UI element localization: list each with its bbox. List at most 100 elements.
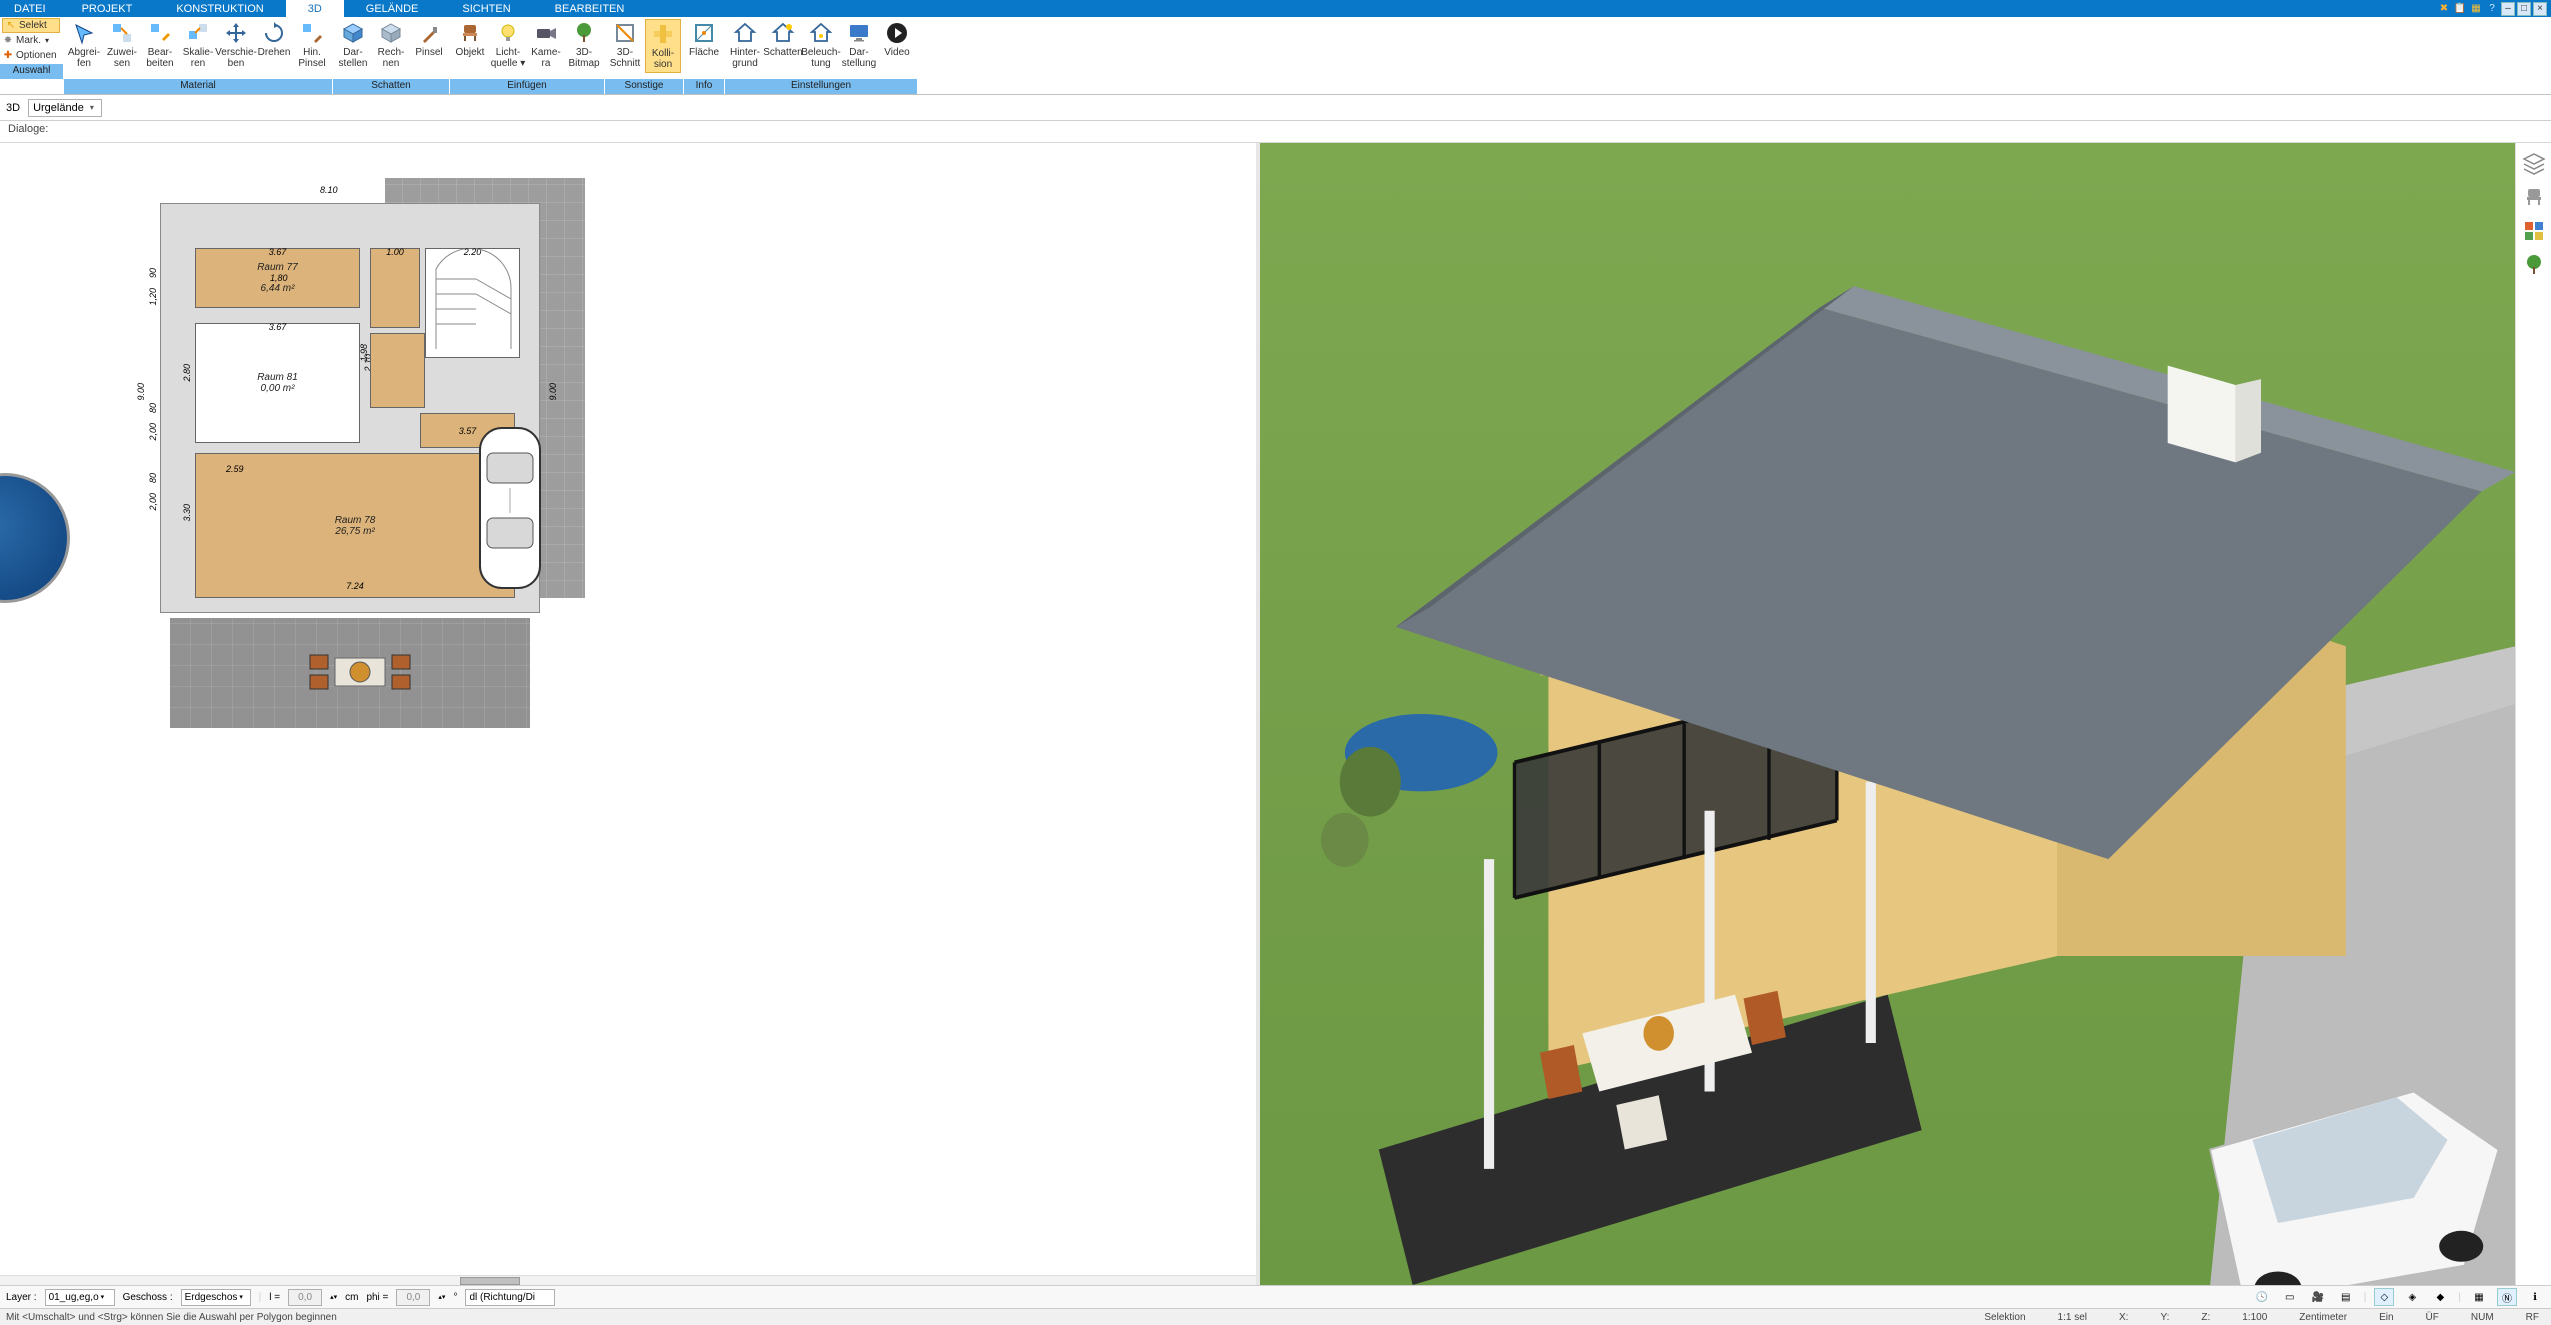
shape3-icon[interactable]: ◆	[2430, 1288, 2450, 1306]
maximize-icon[interactable]: □	[2517, 2, 2531, 16]
status-scale: 1:100	[2236, 1312, 2273, 1323]
ribbon: ↖Selekt ✸Mark.▾ ✚Optionen Auswahl Abgrei…	[0, 17, 2551, 95]
group-einfuegen: Einfügen	[450, 79, 604, 94]
selekt-button[interactable]: ↖Selekt	[2, 18, 60, 33]
status-x: X:	[2113, 1312, 2134, 1323]
bulb-icon	[496, 21, 520, 45]
geschoss-select[interactable]: Erdgeschos▾	[181, 1289, 251, 1306]
status-ein: Ein	[2373, 1312, 2399, 1323]
ribbon-lichtquelle[interactable]: Licht-quelle ▾	[490, 19, 526, 71]
bottom-toolbar: Layer : 01_ug,eg,o▾ Geschoss : Erdgescho…	[0, 1285, 2551, 1308]
rotate-icon	[262, 21, 286, 45]
ribbon-darstellung[interactable]: Dar-stellung	[841, 19, 877, 71]
group-einstellungen: Einstellungen	[725, 79, 917, 94]
mark-button[interactable]: ✸Mark.▾	[2, 33, 60, 48]
assign-icon	[110, 21, 134, 45]
cube-icon	[341, 21, 365, 45]
edit-icon	[148, 21, 172, 45]
menu-sichten[interactable]: SICHTEN	[440, 0, 532, 17]
ribbon-video[interactable]: Video	[879, 19, 915, 61]
room-81: 3.67 Raum 81 0,00 m² 2.10 2.80	[195, 323, 360, 443]
house-icon	[733, 21, 757, 45]
menu-projekt[interactable]: PROJEKT	[60, 0, 155, 17]
phi-input[interactable]	[396, 1289, 430, 1306]
group-material: Material	[64, 79, 332, 94]
box-icon[interactable]: ▦	[2469, 2, 2483, 16]
tool-icon[interactable]: ✖	[2437, 2, 2451, 16]
chair-icon[interactable]	[2522, 185, 2546, 209]
info-icon[interactable]: ℹ	[2525, 1288, 2545, 1306]
layers-icon[interactable]	[2522, 151, 2546, 175]
layer-combo[interactable]: Urgelände▾	[28, 99, 102, 117]
ribbon-flche[interactable]: Fläche	[686, 19, 722, 61]
ribbon-dbitmap[interactable]: 3D-Bitmap	[566, 19, 602, 71]
ribbon-kamera[interactable]: Kame-ra	[528, 19, 564, 71]
shape1-icon[interactable]: ◇	[2374, 1288, 2394, 1306]
ribbon-verschieben[interactable]: Verschie-ben	[218, 19, 254, 71]
dim-height-right: 9.00	[548, 383, 558, 401]
menu-konstruktion[interactable]: KONSTRUKTION	[154, 0, 285, 17]
ribbon-bearbeiten[interactable]: Bear-beiten	[142, 19, 178, 71]
pool-plan	[0, 473, 70, 603]
ribbon-beleuchtung[interactable]: Beleuch-tung	[803, 19, 839, 71]
menu-bearbeiten[interactable]: BEARBEITEN	[533, 0, 647, 17]
select-rect-icon[interactable]: ▭	[2280, 1288, 2300, 1306]
hscroll-2d[interactable]	[0, 1275, 1256, 1285]
tree-icon[interactable]	[2522, 253, 2546, 277]
tree-icon	[572, 21, 596, 45]
direction-select[interactable]: dl (Richtung/Di	[465, 1289, 555, 1306]
ribbon-objekt[interactable]: Objekt	[452, 19, 488, 61]
status-z: Z:	[2195, 1312, 2216, 1323]
dim-height-left: 9.00	[136, 383, 146, 401]
l-label: l =	[269, 1292, 280, 1303]
ribbon-hintergrund[interactable]: Hinter-grund	[727, 19, 763, 71]
close-icon[interactable]: ×	[2533, 2, 2547, 16]
scale-icon	[186, 21, 210, 45]
shape2-icon[interactable]: ◈	[2402, 1288, 2422, 1306]
menu-file[interactable]: DATEI	[0, 0, 60, 17]
ribbon-schatten[interactable]: Schatten	[765, 19, 801, 61]
minimize-icon[interactable]: –	[2501, 2, 2515, 16]
window-controls: ✖ 📋 ▦ ? – □ ×	[2433, 0, 2551, 17]
monitor-icon	[847, 21, 871, 45]
group-info: Info	[684, 79, 724, 94]
ribbon-pinsel[interactable]: Pinsel	[411, 19, 447, 61]
layer-select[interactable]: 01_ug,eg,o▾	[45, 1289, 115, 1306]
terrace-furniture-plan	[290, 633, 430, 713]
layers2-icon[interactable]: ▤	[2336, 1288, 2356, 1306]
menu-gelaende[interactable]: GELÄNDE	[344, 0, 441, 17]
status-bar: Mit <Umschalt> und <Strg> können Sie die…	[0, 1308, 2551, 1325]
palette-icon[interactable]	[2522, 219, 2546, 243]
camera-icon[interactable]: 🎥	[2308, 1288, 2328, 1306]
status-uf: ÜF	[2420, 1312, 2445, 1323]
clock-icon[interactable]: 🕓	[2252, 1288, 2272, 1306]
room-small: 1.98	[370, 333, 425, 408]
play-icon	[885, 21, 909, 45]
ribbon-rechnen[interactable]: Rech-nen	[373, 19, 409, 71]
menu-3d[interactable]: 3D	[286, 0, 344, 17]
optionen-button[interactable]: ✚Optionen	[2, 48, 60, 63]
help-icon[interactable]: ?	[2485, 2, 2499, 16]
grid-icon[interactable]: ▦	[2469, 1288, 2489, 1306]
ribbon-darstellen[interactable]: Dar-stellen	[335, 19, 371, 71]
view-2d[interactable]: 3.67 Raum 77 1,80 6,44 m² 1.00 2.20	[0, 143, 1260, 1285]
ribbon-zuweisen[interactable]: Zuwei-sen	[104, 19, 140, 71]
view-3d[interactable]	[1260, 143, 2516, 1285]
group-schatten: Schatten	[333, 79, 449, 94]
room-77: 3.67 Raum 77 1,80 6,44 m²	[195, 248, 360, 308]
group-sonstige: Sonstige	[605, 79, 683, 94]
north-icon[interactable]: Ⓝ	[2497, 1288, 2517, 1306]
pick-icon	[72, 21, 96, 45]
ribbon-dschnitt[interactable]: 3D-Schnitt	[607, 19, 643, 71]
ribbon-drehen[interactable]: Drehen	[256, 19, 292, 61]
house2-icon	[771, 21, 795, 45]
collision-icon	[651, 22, 675, 46]
clipboard-icon[interactable]: 📋	[2453, 2, 2467, 16]
ribbon-hinpinsel[interactable]: Hin.Pinsel	[294, 19, 330, 71]
ribbon-abgreifen[interactable]: Abgrei-fen	[66, 19, 102, 71]
ribbon-skalieren[interactable]: Skalie-ren	[180, 19, 216, 71]
section-icon	[613, 21, 637, 45]
l-input[interactable]	[288, 1289, 322, 1306]
brush2-icon	[417, 21, 441, 45]
ribbon-kollision[interactable]: Kolli-sion	[645, 19, 681, 73]
